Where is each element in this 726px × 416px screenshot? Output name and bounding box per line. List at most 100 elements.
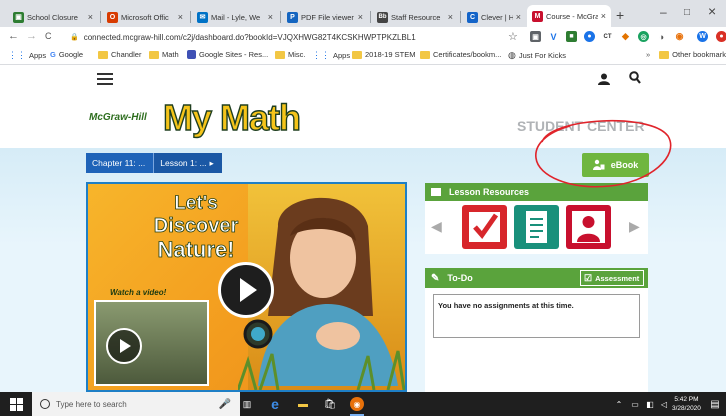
- file-explorer-icon[interactable]: ▬: [296, 397, 310, 411]
- sheets-favicon-icon: ▣: [13, 11, 24, 23]
- extension-icon[interactable]: ●: [584, 31, 595, 42]
- address-bar[interactable]: 🔒 connected.mcgraw-hill.com/c2j/dashboar…: [70, 29, 522, 45]
- system-tray-icons[interactable]: ⌃: [612, 397, 626, 411]
- extension-icon[interactable]: V: [548, 31, 559, 42]
- bookmark-apps[interactable]: ⋮⋮ Apps: [8, 50, 46, 61]
- tab-title: Microsoft Offic: [121, 12, 169, 22]
- extension-icon[interactable]: ◆: [620, 31, 631, 42]
- close-tab-icon[interactable]: ×: [268, 12, 273, 22]
- close-tab-icon[interactable]: ×: [516, 12, 521, 22]
- site-top-bar: [0, 65, 726, 100]
- profile-resource-button[interactable]: [566, 205, 611, 249]
- checkbox-icon: ☑: [584, 272, 593, 283]
- video-thumbnail[interactable]: [94, 300, 209, 386]
- url-text: connected.mcgraw-hill.com/c2j/dashboard.…: [83, 32, 416, 42]
- user-account-icon[interactable]: [598, 73, 610, 88]
- lesson-intro-video[interactable]: Let's Discover Nature! Watch a video!: [86, 182, 407, 392]
- search-icon[interactable]: [629, 71, 641, 87]
- todo-panel: You have no assignments at this time.: [425, 288, 648, 392]
- bookmark-folder[interactable]: Misc.: [275, 50, 306, 59]
- person-icon: [572, 211, 605, 243]
- windows-taskbar: Type here to search 🎤 ▥ e ▬ 🛍 ◉ ⌃ ▭ ◧ ◁ …: [0, 392, 726, 416]
- close-tab-icon[interactable]: ×: [88, 12, 93, 22]
- system-clock[interactable]: 5:42 PM 3/28/2020: [672, 395, 701, 413]
- edge-icon[interactable]: e: [268, 396, 282, 412]
- browser-tab[interactable]: C Clever | Home ×: [462, 7, 526, 27]
- bookmark-folder[interactable]: Certificates/bookm...: [420, 50, 501, 59]
- triangle-right-icon: ▸: [209, 157, 214, 168]
- tab-title: PDF File viewer: [301, 12, 354, 22]
- extension-icon[interactable]: ◎: [638, 31, 649, 42]
- chrome-icon[interactable]: ◉: [350, 397, 364, 411]
- battery-icon[interactable]: ▭: [628, 397, 642, 411]
- browser-tab[interactable]: P PDF File viewer ×: [282, 7, 368, 27]
- outlook-favicon-icon: ✉: [197, 11, 208, 23]
- extension-icon[interactable]: ◉: [674, 31, 685, 42]
- tab-title: School Closure: [27, 12, 78, 22]
- extension-icon[interactable]: ▣: [530, 31, 541, 42]
- small-play-button-icon[interactable]: [106, 328, 142, 364]
- browser-tab[interactable]: ▣ School Closure ×: [8, 7, 98, 27]
- browser-tab[interactable]: O Microsoft Offic ×: [102, 7, 188, 27]
- extension-icon[interactable]: ■: [566, 31, 577, 42]
- profile-avatar-icon[interactable]: W: [697, 31, 708, 42]
- bookmark-folder[interactable]: Chandler: [98, 50, 141, 59]
- tab-title: Clever | Home: [481, 12, 513, 22]
- forward-button[interactable]: →: [26, 30, 37, 42]
- mcgraw-hill-logo[interactable]: McGraw-Hill: [89, 112, 147, 123]
- maximize-button[interactable]: □: [684, 7, 690, 18]
- bookmark-google[interactable]: G Google: [50, 50, 83, 59]
- play-button-icon[interactable]: [218, 262, 274, 318]
- close-tab-icon[interactable]: ×: [601, 11, 606, 21]
- close-tab-icon[interactable]: ×: [448, 12, 453, 22]
- bookmarks-bar: ⋮⋮ Apps G Google Chandler Math Google Si…: [0, 47, 726, 65]
- minimize-button[interactable]: –: [660, 5, 667, 19]
- hamburger-menu-icon[interactable]: [97, 73, 113, 88]
- browser-toolbar: ← → C 🔒 connected.mcgraw-hill.com/c2j/da…: [0, 27, 726, 47]
- bookmark-apps[interactable]: ⋮⋮ Apps: [312, 50, 350, 61]
- hero-title: Let's Discover Nature!: [153, 193, 239, 262]
- notifications-icon[interactable]: ▤: [708, 397, 722, 411]
- annotation-circle: [535, 119, 672, 188]
- microphone-icon[interactable]: 🎤: [218, 397, 232, 411]
- watch-video-label: Watch a video!: [110, 288, 167, 297]
- bookmark-star-icon[interactable]: ☆: [508, 30, 518, 43]
- windows-start-icon[interactable]: [9, 397, 23, 411]
- other-bookmarks[interactable]: » Other bookmarks: [646, 50, 726, 59]
- taskbar-search-box[interactable]: Type here to search: [32, 392, 240, 416]
- bookmark-folder[interactable]: Math: [149, 50, 179, 59]
- tab-title: Mail - Lyle, We: [211, 12, 261, 22]
- google-g-icon: G: [50, 50, 56, 59]
- bookmark-folder[interactable]: 2018-19 STEM: [352, 50, 415, 59]
- extension-icon[interactable]: ●: [716, 31, 726, 42]
- extension-icon[interactable]: CT: [602, 31, 613, 42]
- chapter-crumb[interactable]: Chapter 11: ...: [86, 153, 154, 173]
- lesson-crumb[interactable]: Lesson 1: ... ▸: [153, 153, 222, 173]
- close-tab-icon[interactable]: ×: [358, 12, 363, 22]
- close-tab-icon[interactable]: ×: [178, 12, 183, 22]
- reload-button[interactable]: C: [45, 31, 52, 41]
- bookmark-just-for-kicks[interactable]: ◍ Just For Kicks: [508, 50, 566, 61]
- pdf-favicon-icon: P: [287, 11, 298, 23]
- browser-tab[interactable]: ✉ Mail - Lyle, We ×: [192, 7, 278, 27]
- extension-icon[interactable]: ◑: [656, 31, 667, 42]
- carousel-next-icon[interactable]: ▶: [629, 218, 640, 235]
- new-tab-button[interactable]: +: [616, 7, 624, 23]
- network-icon[interactable]: ◧: [643, 397, 657, 411]
- folder-icon: [149, 50, 159, 59]
- check-resource-button[interactable]: [462, 205, 507, 249]
- assessment-button[interactable]: ☑ Assessment: [580, 270, 644, 286]
- store-icon[interactable]: 🛍: [323, 397, 337, 411]
- back-button[interactable]: ←: [8, 30, 19, 42]
- folder-icon: [352, 50, 362, 59]
- worksheet-resource-button[interactable]: [514, 205, 559, 249]
- carousel-prev-icon[interactable]: ◀: [431, 218, 442, 235]
- folder-icon: [420, 50, 430, 59]
- browser-tab[interactable]: Bb Staff Resource ×: [372, 7, 458, 27]
- task-view-icon[interactable]: ▥: [240, 397, 254, 411]
- volume-icon[interactable]: ◁: [657, 397, 671, 411]
- browser-tab-active[interactable]: M Course - McGra ×: [527, 5, 611, 27]
- worksheet-icon: [526, 211, 547, 243]
- close-window-button[interactable]: ×: [708, 3, 716, 19]
- bookmark-google-sites[interactable]: Google Sites - Res...: [187, 50, 268, 59]
